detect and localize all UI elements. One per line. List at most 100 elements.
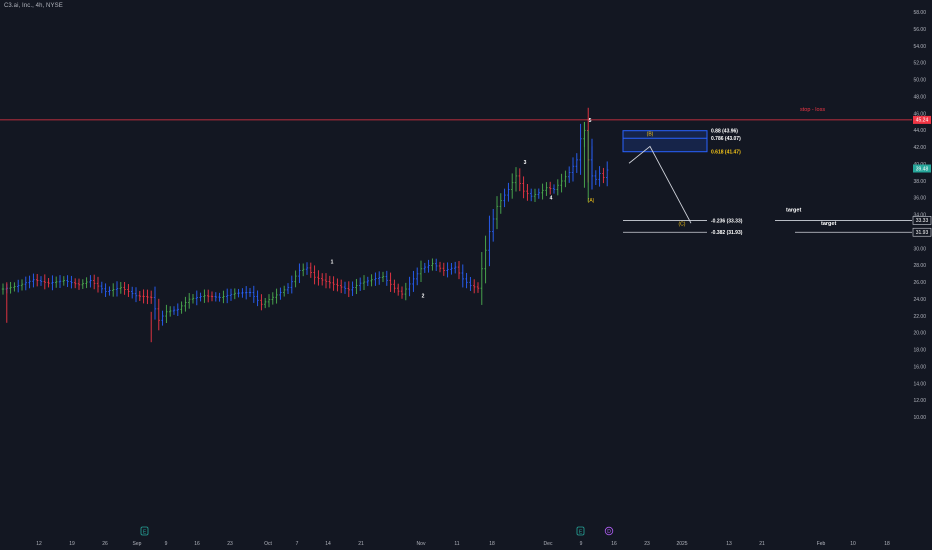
ohlc-bar[interactable]: [571, 157, 575, 182]
ohlc-bar[interactable]: [108, 286, 111, 296]
ohlc-bar[interactable]: [226, 288, 229, 304]
ohlc-bar[interactable]: [511, 173, 514, 199]
price-chart[interactable]: stop - loss (B) 0.88 (43.96) 0.786 (43.0…: [0, 0, 932, 550]
ohlc-bar[interactable]: [283, 285, 286, 297]
ohlc-bar[interactable]: [218, 292, 221, 302]
ohlc-bar[interactable]: [256, 290, 259, 307]
ohlc-bar[interactable]: [385, 270, 388, 286]
ohlc-bar[interactable]: [169, 306, 172, 317]
ohlc-bar[interactable]: [374, 272, 377, 286]
ohlc-bar[interactable]: [450, 262, 453, 275]
ohlc-bar[interactable]: [1, 283, 5, 295]
ohlc-bar[interactable]: [77, 278, 81, 290]
ohlc-bar[interactable]: [203, 289, 206, 303]
ohlc-bar[interactable]: [104, 283, 107, 297]
ohlc-bar[interactable]: [473, 279, 476, 294]
ohlc-bar[interactable]: [93, 274, 96, 290]
ohlc-bar[interactable]: [575, 153, 578, 173]
ohlc-bar[interactable]: [537, 188, 540, 199]
ohlc-bar[interactable]: [176, 303, 179, 316]
ohlc-bar[interactable]: [530, 188, 533, 202]
ohlc-bar[interactable]: [545, 182, 548, 196]
ohlc-bar[interactable]: [24, 276, 27, 291]
ohlc-bar[interactable]: [28, 275, 31, 289]
ohlc-bar[interactable]: [294, 270, 297, 288]
ohlc-bar[interactable]: [191, 294, 195, 304]
ohlc-bar[interactable]: [188, 293, 191, 309]
ohlc-bar[interactable]: [267, 294, 271, 308]
ohlc-bar[interactable]: [594, 170, 597, 186]
ohlc-bar[interactable]: [39, 276, 43, 286]
ohlc-bar[interactable]: [112, 283, 115, 297]
ohlc-bar[interactable]: [195, 290, 198, 306]
ohlc-bar[interactable]: [241, 288, 244, 298]
ohlc-bar[interactable]: [484, 235, 487, 284]
ohlc-bar[interactable]: [389, 272, 392, 292]
ohlc-bar[interactable]: [138, 290, 141, 302]
ohlc-bar[interactable]: [317, 270, 320, 286]
ohlc-bar[interactable]: [564, 170, 567, 188]
ohlc-bar[interactable]: [58, 275, 62, 289]
ohlc-bar[interactable]: [370, 274, 373, 287]
ohlc-bar[interactable]: [359, 277, 362, 291]
ohlc-bar[interactable]: [503, 188, 506, 208]
ohlc-bar[interactable]: [237, 288, 240, 298]
ohlc-bar[interactable]: [165, 304, 168, 323]
ohlc-bar[interactable]: [488, 215, 491, 267]
ohlc-bar[interactable]: [579, 123, 582, 175]
ohlc-bar[interactable]: [214, 292, 217, 302]
ohlc-bar[interactable]: [355, 278, 358, 295]
ohlc-bar[interactable]: [199, 292, 202, 302]
ohlc-bar[interactable]: [522, 176, 525, 199]
ohlc-bar[interactable]: [492, 208, 495, 242]
ohlc-bar[interactable]: [275, 288, 278, 304]
ohlc-bar[interactable]: [541, 183, 544, 200]
ohlc-bar[interactable]: [556, 179, 559, 196]
ohlc-bar[interactable]: [32, 273, 35, 288]
ohlc-bar[interactable]: [184, 296, 187, 312]
ohlc-bar[interactable]: [560, 173, 563, 193]
ohlc-bar[interactable]: [207, 289, 210, 303]
ohlc-bar[interactable]: [146, 289, 149, 305]
ohlc-bar[interactable]: [153, 286, 157, 320]
ohlc-bar[interactable]: [271, 292, 274, 305]
ohlc-bar[interactable]: [446, 262, 449, 278]
ohlc-bar[interactable]: [533, 188, 537, 202]
ohlc-bar[interactable]: [85, 277, 88, 289]
ohlc-bar[interactable]: [172, 306, 176, 315]
ohlc-bar[interactable]: [362, 275, 366, 290]
ohlc-bar[interactable]: [602, 167, 605, 184]
event-marker-dividend[interactable]: D: [604, 526, 614, 536]
ohlc-bar[interactable]: [17, 279, 20, 293]
ohlc-bar[interactable]: [381, 271, 385, 283]
ohlc-bar[interactable]: [127, 284, 130, 297]
ohlc-bar[interactable]: [62, 276, 65, 286]
ohlc-bar[interactable]: [150, 290, 153, 304]
ohlc-bar[interactable]: [336, 278, 339, 292]
ohlc-bar[interactable]: [378, 271, 381, 285]
ohlc-bar[interactable]: [598, 166, 601, 187]
ohlc-bar[interactable]: [431, 258, 434, 271]
ohlc-bar[interactable]: [404, 282, 407, 301]
ohlc-bar[interactable]: [408, 276, 411, 297]
ohlc-bar[interactable]: [100, 281, 103, 294]
ohlc-bar[interactable]: [229, 288, 233, 301]
ohlc-bar[interactable]: [549, 181, 552, 195]
ohlc-bar[interactable]: [248, 287, 252, 298]
ohlc-bar[interactable]: [454, 261, 457, 274]
ohlc-bar[interactable]: [606, 161, 609, 187]
ohlc-bar[interactable]: [89, 275, 92, 288]
ohlc-bar[interactable]: [302, 263, 305, 277]
ohlc-bar[interactable]: [416, 267, 419, 286]
ohlc-bar[interactable]: [423, 262, 426, 273]
ohlc-bar[interactable]: [526, 183, 529, 201]
ohlc-bar[interactable]: [96, 276, 100, 293]
ohlc-bar[interactable]: [400, 286, 404, 299]
ohlc-bar[interactable]: [286, 283, 290, 295]
ohlc-bar[interactable]: [298, 263, 301, 284]
ohlc-bar[interactable]: [514, 167, 518, 192]
ohlc-bar[interactable]: [347, 281, 350, 298]
ohlc-bar[interactable]: [279, 287, 282, 300]
ohlc-bar[interactable]: [290, 275, 293, 294]
ohlc-bar[interactable]: [47, 277, 50, 288]
